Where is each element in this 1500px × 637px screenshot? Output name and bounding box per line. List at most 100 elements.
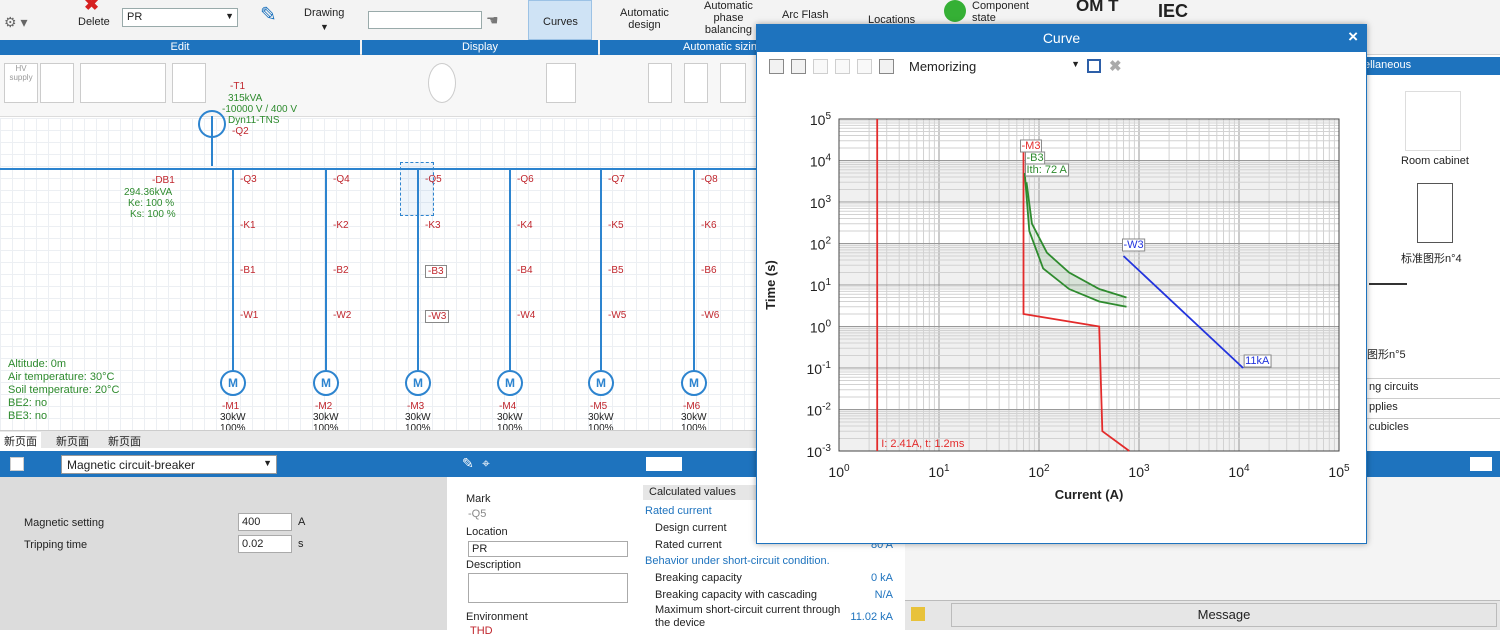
delete-icon[interactable]: ✖	[84, 0, 99, 15]
feeder-wire	[693, 169, 695, 374]
close-icon[interactable]: ×	[1348, 27, 1358, 47]
page-tab[interactable]: 新页面	[104, 432, 145, 450]
memorizing-select[interactable]: Memorizing ▼	[906, 58, 1082, 76]
pencil-icon[interactable]: ✎	[462, 455, 474, 472]
cable-label[interactable]: -W2	[333, 310, 351, 321]
component-type-select[interactable]: Magnetic circuit-breaker ▼	[61, 455, 277, 474]
layout-icon[interactable]	[1470, 457, 1492, 471]
message-icon[interactable]	[911, 607, 925, 621]
motor-icon[interactable]: M	[220, 370, 246, 396]
drawing-button[interactable]: Drawing	[304, 7, 344, 19]
cable-label[interactable]: -W4	[517, 310, 535, 321]
zoom-icon[interactable]	[813, 59, 828, 74]
table-view-icon[interactable]	[646, 457, 682, 471]
delete-button[interactable]: Delete	[78, 16, 110, 28]
arc-flash-button[interactable]: Arc Flash	[782, 9, 828, 21]
room-cabinet-icon[interactable]	[1405, 91, 1461, 151]
cable-label[interactable]: -W3	[425, 310, 450, 323]
contactor-label[interactable]: -K3	[425, 220, 441, 231]
palette-symbol[interactable]	[546, 63, 576, 103]
automatic-design-button[interactable]: Automatic design	[620, 7, 669, 31]
save-icon[interactable]	[1087, 59, 1101, 73]
location-value[interactable]: PR	[468, 541, 628, 557]
iec-label[interactable]: IEC	[1158, 1, 1188, 22]
table-icon[interactable]	[769, 59, 784, 74]
page-tab[interactable]: 新页面	[0, 432, 41, 450]
page-tab[interactable]: 新页面	[52, 432, 93, 450]
component-icon[interactable]: ⚙ ▾	[4, 14, 27, 31]
automatic-phase-balancing-button[interactable]: Automatic phase balancing	[704, 0, 753, 36]
contactor-label[interactable]: -K6	[701, 220, 717, 231]
breaker-label[interactable]: -Q3	[240, 174, 257, 185]
schematic-canvas[interactable]: -T1 315kVA -10000 V / 400 V Dyn11-TNS -Q…	[0, 81, 757, 434]
dialog-toolbar: Memorizing ▼ ✖	[757, 55, 1366, 79]
cursor-icon[interactable]	[857, 59, 872, 74]
cable-label[interactable]: -W5	[608, 310, 626, 321]
magnetic-setting-input[interactable]: 400	[238, 513, 292, 531]
contactor-label[interactable]: -K5	[608, 220, 624, 231]
breaker-label[interactable]: -Q6	[517, 174, 534, 185]
motor-icon[interactable]: M	[588, 370, 614, 396]
display-input[interactable]	[368, 11, 482, 29]
chevron-down-icon[interactable]: ▼	[320, 21, 329, 33]
location-pin-icon[interactable]: ⌖	[482, 455, 490, 472]
chart-icon[interactable]	[791, 59, 806, 74]
relay-label[interactable]: -B6	[701, 265, 717, 276]
contactor-label[interactable]: -K4	[517, 220, 533, 231]
shape5-icon[interactable]	[1369, 283, 1407, 307]
contactor-label[interactable]: -K1	[240, 220, 256, 231]
cable-label[interactable]: -W6	[701, 310, 719, 321]
motor-icon[interactable]: M	[681, 370, 707, 396]
relay-label[interactable]: -B5	[608, 265, 624, 276]
motor-icon[interactable]: M	[497, 370, 523, 396]
palette-motor-symbol[interactable]	[428, 63, 456, 103]
palette-symbol[interactable]	[172, 63, 206, 103]
palette-coil-symbol[interactable]	[720, 63, 746, 103]
motor-icon[interactable]: M	[405, 370, 431, 396]
selected-q5[interactable]	[400, 162, 434, 216]
y-tick-label: 100	[810, 319, 832, 336]
message-header[interactable]: Message	[951, 603, 1497, 627]
list-item[interactable]: pplies	[1367, 398, 1500, 415]
relay-label[interactable]: -B4	[517, 265, 533, 276]
pan-icon[interactable]	[835, 59, 850, 74]
cable-label[interactable]: -W1	[240, 310, 258, 321]
breaker-label[interactable]: -Q8	[701, 174, 718, 185]
t1-power: 315kVA	[228, 93, 263, 104]
palette-switch-symbol[interactable]	[648, 63, 672, 103]
db1-label: -DB1	[152, 175, 175, 186]
room-cabinet-label: Room cabinet	[1401, 155, 1469, 167]
properties-icon[interactable]	[10, 457, 24, 471]
y-tick-label: 10-2	[807, 402, 832, 419]
palette-hv-supply[interactable]: HV supply	[4, 63, 38, 103]
palette-symbol[interactable]	[40, 63, 74, 103]
palette-symbol[interactable]	[80, 63, 166, 103]
hand-icon[interactable]: ☚	[486, 12, 499, 29]
mark-label: Mark	[466, 493, 491, 505]
curve-chart[interactable]: 100 101 102 103 104 105 10-3 10-2 10-1 100 101 102 1…	[757, 81, 1366, 543]
standard-shape-icon[interactable]	[1417, 183, 1453, 243]
rated-current-label: Rated current	[655, 539, 722, 551]
breaker-label[interactable]: -Q7	[608, 174, 625, 185]
contactor-label[interactable]: -K2	[333, 220, 349, 231]
relay-label[interactable]: -B1	[240, 265, 256, 276]
relay-label[interactable]: -B3	[425, 265, 447, 278]
location-label: Location	[466, 526, 508, 538]
breaker-label[interactable]: -Q4	[333, 174, 350, 185]
location-select[interactable]: PR ▼	[122, 8, 238, 27]
relay-label[interactable]: -B2	[333, 265, 349, 276]
list-item[interactable]: cubicles	[1367, 418, 1500, 435]
palette-switch-symbol[interactable]	[684, 63, 708, 103]
mark-value[interactable]: -Q5	[468, 508, 486, 520]
component-state-button[interactable]: Component state	[972, 0, 1029, 24]
om-label[interactable]: OM T	[1076, 0, 1119, 16]
tripping-time-input[interactable]: 0.02	[238, 535, 292, 553]
list-item[interactable]: ng circuits	[1367, 378, 1500, 395]
description-input[interactable]	[468, 573, 628, 603]
curves-button[interactable]: Curves	[528, 0, 592, 40]
motor-icon[interactable]: M	[313, 370, 339, 396]
drawing-icon[interactable]: ✎	[260, 2, 277, 27]
fit-icon[interactable]	[879, 59, 894, 74]
delete-icon[interactable]: ✖	[1109, 57, 1122, 75]
x-tick-label: 103	[1128, 463, 1150, 480]
